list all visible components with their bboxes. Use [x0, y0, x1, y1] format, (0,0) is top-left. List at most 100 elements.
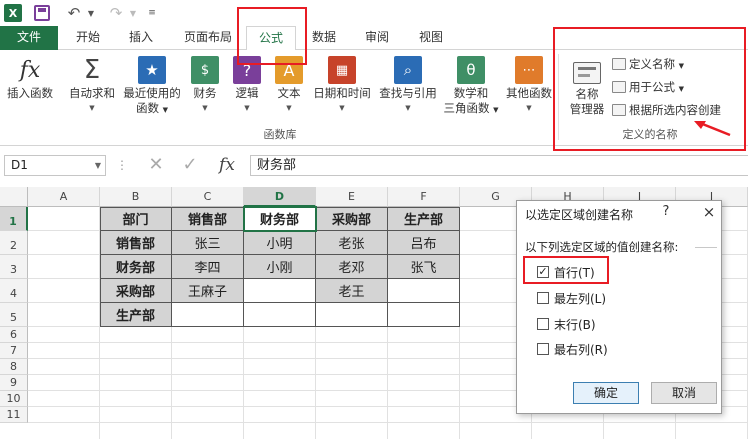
text-button[interactable]: A 文本 ▼: [272, 54, 306, 116]
name-manager-label-1: 名称: [575, 87, 599, 101]
table-cell[interactable]: 采购部: [100, 279, 172, 303]
define-name-button[interactable]: 定义名称 ▼: [612, 55, 684, 73]
create-from-selection-label: 根据所选内容创建: [629, 103, 721, 117]
use-in-formula-button[interactable]: 用于公式 ▼: [612, 78, 684, 96]
column-header-a[interactable]: A: [28, 187, 100, 207]
chevron-down-icon: ▼: [162, 106, 169, 114]
checkbox-right-column[interactable]: [537, 343, 549, 355]
table-cell[interactable]: 张三: [172, 231, 244, 255]
column-header-b[interactable]: B: [100, 187, 172, 207]
table-cell[interactable]: 老张: [316, 231, 388, 255]
name-box[interactable]: D1 ▼: [4, 155, 106, 176]
name-manager-button[interactable]: 名称 管理器: [565, 62, 609, 117]
row-header-3[interactable]: 3: [0, 255, 28, 279]
checkbox-top-row[interactable]: ✓: [537, 266, 549, 278]
table-cell[interactable]: 销售部: [100, 231, 172, 255]
table-cell[interactable]: 部门: [100, 207, 172, 231]
undo-icon[interactable]: ↶: [66, 3, 82, 23]
insert-function-button[interactable]: fx 插入函数: [4, 54, 56, 101]
customize-toolbar-icon[interactable]: ≡: [146, 3, 158, 23]
table-cell[interactable]: [172, 303, 244, 327]
ribbon-overflow-icon[interactable]: ⋮: [740, 58, 748, 128]
table-cell[interactable]: [388, 303, 460, 327]
row-header-9[interactable]: 9: [0, 375, 28, 391]
table-cell[interactable]: 老邓: [316, 255, 388, 279]
name-manager-label-2: 管理器: [569, 102, 605, 116]
row-header-4[interactable]: 4: [0, 279, 28, 303]
table-cell[interactable]: 销售部: [172, 207, 244, 231]
tab-page-layout[interactable]: 页面布局: [172, 26, 244, 50]
column-header-f[interactable]: F: [388, 187, 460, 207]
table-cell[interactable]: 李四: [172, 255, 244, 279]
table-cell[interactable]: 采购部: [316, 207, 388, 231]
table-cell[interactable]: 吕布: [388, 231, 460, 255]
option-top-row[interactable]: ✓ 首行(T): [537, 264, 595, 280]
gridline: [28, 422, 748, 423]
select-all-corner[interactable]: [0, 187, 28, 207]
redo-icon[interactable]: ↷: [108, 3, 124, 23]
formula-bar: D1 ▼ ⋮ ✕ ✓ fx 财务部: [0, 148, 748, 182]
tab-formulas[interactable]: 公式: [246, 26, 296, 51]
ok-button[interactable]: 确定: [573, 382, 639, 404]
table-cell[interactable]: [244, 303, 316, 327]
tab-home[interactable]: 开始: [60, 26, 116, 50]
tab-data[interactable]: 数据: [300, 26, 348, 50]
table-cell[interactable]: 生产部: [388, 207, 460, 231]
table-cell[interactable]: 张飞: [388, 255, 460, 279]
datetime-button[interactable]: ▦ 日期和时间 ▼: [310, 54, 374, 116]
row-header-5[interactable]: 5: [0, 303, 28, 327]
checkbox-left-column[interactable]: [537, 292, 549, 304]
check-icon[interactable]: ✓: [180, 155, 200, 175]
sigma-icon: Σ: [83, 54, 101, 85]
dialog-title: 以选定区域创建名称: [525, 208, 634, 222]
table-cell[interactable]: 财务部: [244, 207, 316, 231]
recent-functions-button[interactable]: ★ 最近使用的 函数 ▼: [120, 54, 184, 118]
tab-file[interactable]: 文件: [0, 26, 58, 50]
row-header-1[interactable]: 1: [0, 207, 28, 231]
row-header-7[interactable]: 7: [0, 343, 28, 359]
table-cell[interactable]: 生产部: [100, 303, 172, 327]
table-cell[interactable]: 小刚: [244, 255, 316, 279]
logical-button[interactable]: ? 逻辑 ▼: [230, 54, 264, 116]
checkbox-bottom-row[interactable]: [537, 318, 549, 330]
row-header-11[interactable]: 11: [0, 407, 28, 423]
math-trig-button[interactable]: θ 数学和 三角函数 ▼: [440, 54, 502, 118]
chevron-down-icon[interactable]: ▼: [95, 156, 101, 175]
row-header-2[interactable]: 2: [0, 231, 28, 255]
tab-insert[interactable]: 插入: [116, 26, 166, 50]
cancel-icon[interactable]: ✕: [146, 155, 166, 175]
table-cell[interactable]: 小明: [244, 231, 316, 255]
table-cell[interactable]: [244, 279, 316, 303]
table-cell[interactable]: 老王: [316, 279, 388, 303]
more-functions-button[interactable]: ⋯ 其他函数 ▼: [502, 54, 556, 116]
use-in-formula-label: 用于公式: [629, 80, 675, 94]
column-header-c[interactable]: C: [172, 187, 244, 207]
table-cell[interactable]: 王麻子: [172, 279, 244, 303]
row-header-10[interactable]: 10: [0, 391, 28, 407]
help-icon[interactable]: ?: [659, 204, 673, 219]
financial-button[interactable]: $ 财务 ▼: [188, 54, 222, 116]
option-bottom-row[interactable]: 末行(B): [537, 316, 596, 332]
insert-function-icon[interactable]: fx: [216, 154, 238, 176]
option-right-column[interactable]: 最右列(R): [537, 341, 608, 357]
redo-dropdown-icon[interactable]: ▼: [128, 3, 138, 23]
column-header-e[interactable]: E: [316, 187, 388, 207]
column-header-d[interactable]: D: [244, 187, 316, 207]
close-icon[interactable]: ×: [701, 203, 717, 221]
create-from-selection-button[interactable]: 根据所选内容创建: [612, 101, 721, 119]
autosum-button[interactable]: Σ 自动求和 ▼: [66, 54, 118, 116]
row-header-8[interactable]: 8: [0, 359, 28, 375]
table-cell[interactable]: [388, 279, 460, 303]
lookup-button[interactable]: ⌕ 查找与引用 ▼: [376, 54, 440, 116]
save-icon[interactable]: [34, 5, 50, 21]
tab-view[interactable]: 视图: [406, 26, 456, 50]
formula-input[interactable]: 财务部: [250, 155, 748, 176]
table-cell[interactable]: 财务部: [100, 255, 172, 279]
cancel-button[interactable]: 取消: [651, 382, 717, 404]
undo-dropdown-icon[interactable]: ▼: [86, 3, 96, 23]
table-cell[interactable]: [316, 303, 388, 327]
tab-review[interactable]: 审阅: [352, 26, 402, 50]
option-left-column[interactable]: 最左列(L): [537, 290, 606, 306]
option-right-column-label: 最右列(R): [554, 342, 608, 357]
row-header-6[interactable]: 6: [0, 327, 28, 343]
